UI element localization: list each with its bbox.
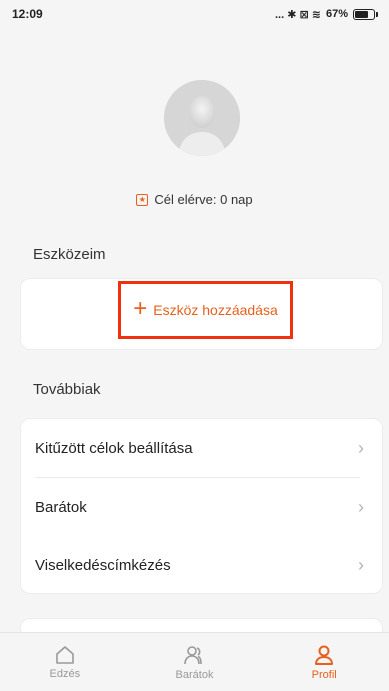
add-device-button[interactable]: + Eszköz hozzáadása [118,281,293,339]
signal-icons: ... ✱ ⊠ ≋ [274,8,321,21]
status-indicators: ... ✱ ⊠ ≋ 67% [274,8,378,21]
plus-icon: + [133,294,148,322]
tab-profile[interactable]: Profil [259,633,389,691]
menu-item-behavior-tagging[interactable]: Viselkedéscímkézés › [35,536,382,594]
devices-card: + Eszköz hozzáadása [20,278,383,350]
chevron-right-icon: › [358,554,364,575]
tab-label: Barátok [175,668,214,681]
menu-item-label: Viselkedéscímkézés [35,556,171,574]
battery-icon [353,8,378,20]
status-time: 12:09 [12,7,43,21]
status-bar: 12:09 ... ✱ ⊠ ≋ 67% [0,0,389,28]
user-silhouette-icon [164,80,240,156]
add-device-label: Eszköz hozzáadása [153,302,278,318]
friends-icon [183,645,202,664]
menu-item-label: Barátok [35,498,87,516]
home-icon [56,645,74,664]
devices-section-title: Eszközeim [33,246,106,263]
chevron-right-icon: › [358,437,364,458]
more-card: Kitűzött célok beállítása › Barátok › Vi… [20,418,383,594]
bottom-tab-bar: Edzés Barátok Profil [0,632,389,691]
menu-item-label: Kitűzött célok beállítása [35,439,193,457]
battery-percent: 67% [325,8,348,20]
chevron-right-icon: › [358,496,364,517]
goal-text: Cél elérve: 0 nap [154,192,253,207]
person-icon [315,645,334,665]
tab-friends[interactable]: Barátok [130,633,260,691]
goal-status: ★ Cél elérve: 0 nap [0,192,389,207]
tab-workout[interactable]: Edzés [0,633,130,691]
menu-item-friends[interactable]: Barátok › [35,478,382,536]
star-icon: ★ [136,193,149,206]
tab-label: Edzés [49,667,81,680]
menu-item-goal-settings[interactable]: Kitűzött célok beállítása › [35,419,382,477]
tab-label: Profil [311,668,337,681]
avatar[interactable] [164,80,240,156]
more-section-title: Továbbiak [33,381,101,398]
